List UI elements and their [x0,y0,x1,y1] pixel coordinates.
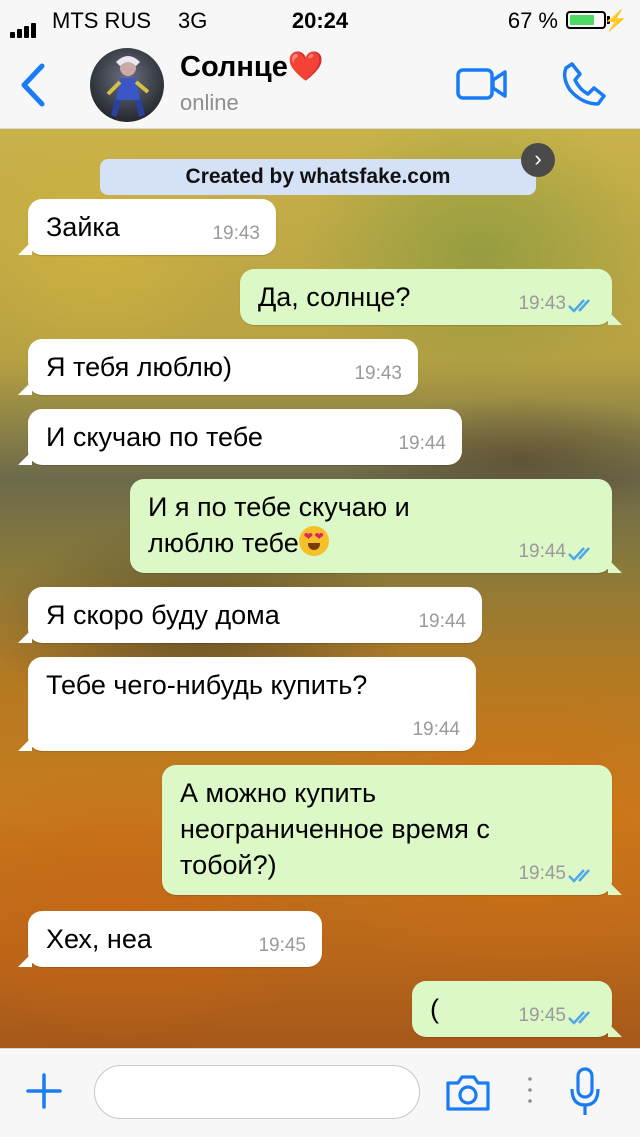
contact-status: online [180,90,239,115]
read-ticks-icon [568,547,590,561]
message-time: 19:44 [398,433,446,454]
read-ticks-icon [568,869,590,883]
avatar-figure-icon [106,56,150,117]
phone-call-icon[interactable] [560,60,608,108]
heart-eyes-emoji-icon [298,526,329,556]
plus-icon[interactable] [24,1071,64,1111]
message-bubble-outgoing[interactable]: ( 19:45 [412,981,622,1037]
message-text: Хех, неа [46,924,152,954]
message-input[interactable] [94,1065,420,1119]
battery-percent: 67 % [507,8,558,33]
message-time: 19:44 [418,611,466,632]
message-text: И скучаю по тебе [46,422,263,452]
message-bubble-incoming[interactable]: Тебе чего-нибудь купить? 19:44 [18,657,476,751]
message-time: 19:44 [412,719,460,740]
banner-close-button[interactable]: › [521,143,555,177]
composer-bar [0,1048,640,1137]
video-call-icon[interactable] [456,66,508,102]
message-text: И я по тебе скучаю и [148,492,410,522]
message-text: Я скоро буду дома [46,600,280,630]
message-bubble-outgoing[interactable]: И я по тебе скучаю и люблю тебе 19:44 [130,479,622,573]
message-text: Я тебя люблю) [46,352,233,382]
message-time: 19:44 [518,541,566,562]
message-time: 19:45 [518,1005,566,1026]
message-bubble-incoming[interactable]: Я скоро буду дома 19:44 [18,587,482,643]
message-text: неограниченное время с [180,814,490,844]
chat-header: Солнце❤️ online [0,40,640,129]
message-text: тобой?) [180,850,277,880]
status-bar: MTS RUS 3G 20:24 67 % ⚡ [0,0,640,40]
message-bubble-incoming[interactable]: Зайка 19:43 [18,199,276,255]
message-bubble-outgoing[interactable]: Да, солнце? 19:43 [240,269,622,325]
message-time: 19:45 [258,935,306,956]
message-time: 19:45 [518,863,566,884]
message-time: 19:43 [212,223,260,244]
more-dots-icon [528,1077,532,1103]
heart-emoji: ❤️ [287,51,324,83]
read-ticks-icon [568,1011,590,1025]
message-text: Тебе чего-нибудь купить? [46,670,368,700]
message-text: люблю тебе [148,528,299,558]
message-text: Зайка [46,212,120,242]
message-time: 19:43 [518,293,566,314]
message-time: 19:43 [354,363,402,384]
message-bubble-incoming[interactable]: И скучаю по тебе 19:44 [18,409,462,465]
back-arrow-icon[interactable] [14,60,54,110]
message-text: А можно купить [180,778,377,808]
contact-name[interactable]: Солнце❤️ [180,50,324,84]
avatar[interactable] [90,48,164,122]
watermark-banner[interactable]: Created by whatsfake.com [100,159,536,195]
message-text: ( [430,994,439,1024]
chat-area[interactable]: Created by whatsfake.com › Зайка 19:43 Д… [0,129,640,1048]
charging-icon: ⚡ [603,10,628,32]
read-ticks-icon [568,299,590,313]
message-text: Да, солнце? [258,282,411,312]
message-bubble-outgoing[interactable]: А можно купить неограниченное время с то… [162,765,622,895]
battery-icon [566,11,606,29]
microphone-icon[interactable] [568,1067,602,1117]
message-bubble-incoming[interactable]: Я тебя люблю) 19:43 [18,339,418,395]
camera-icon[interactable] [444,1073,492,1113]
message-bubble-incoming[interactable]: Хех, неа 19:45 [18,911,322,967]
